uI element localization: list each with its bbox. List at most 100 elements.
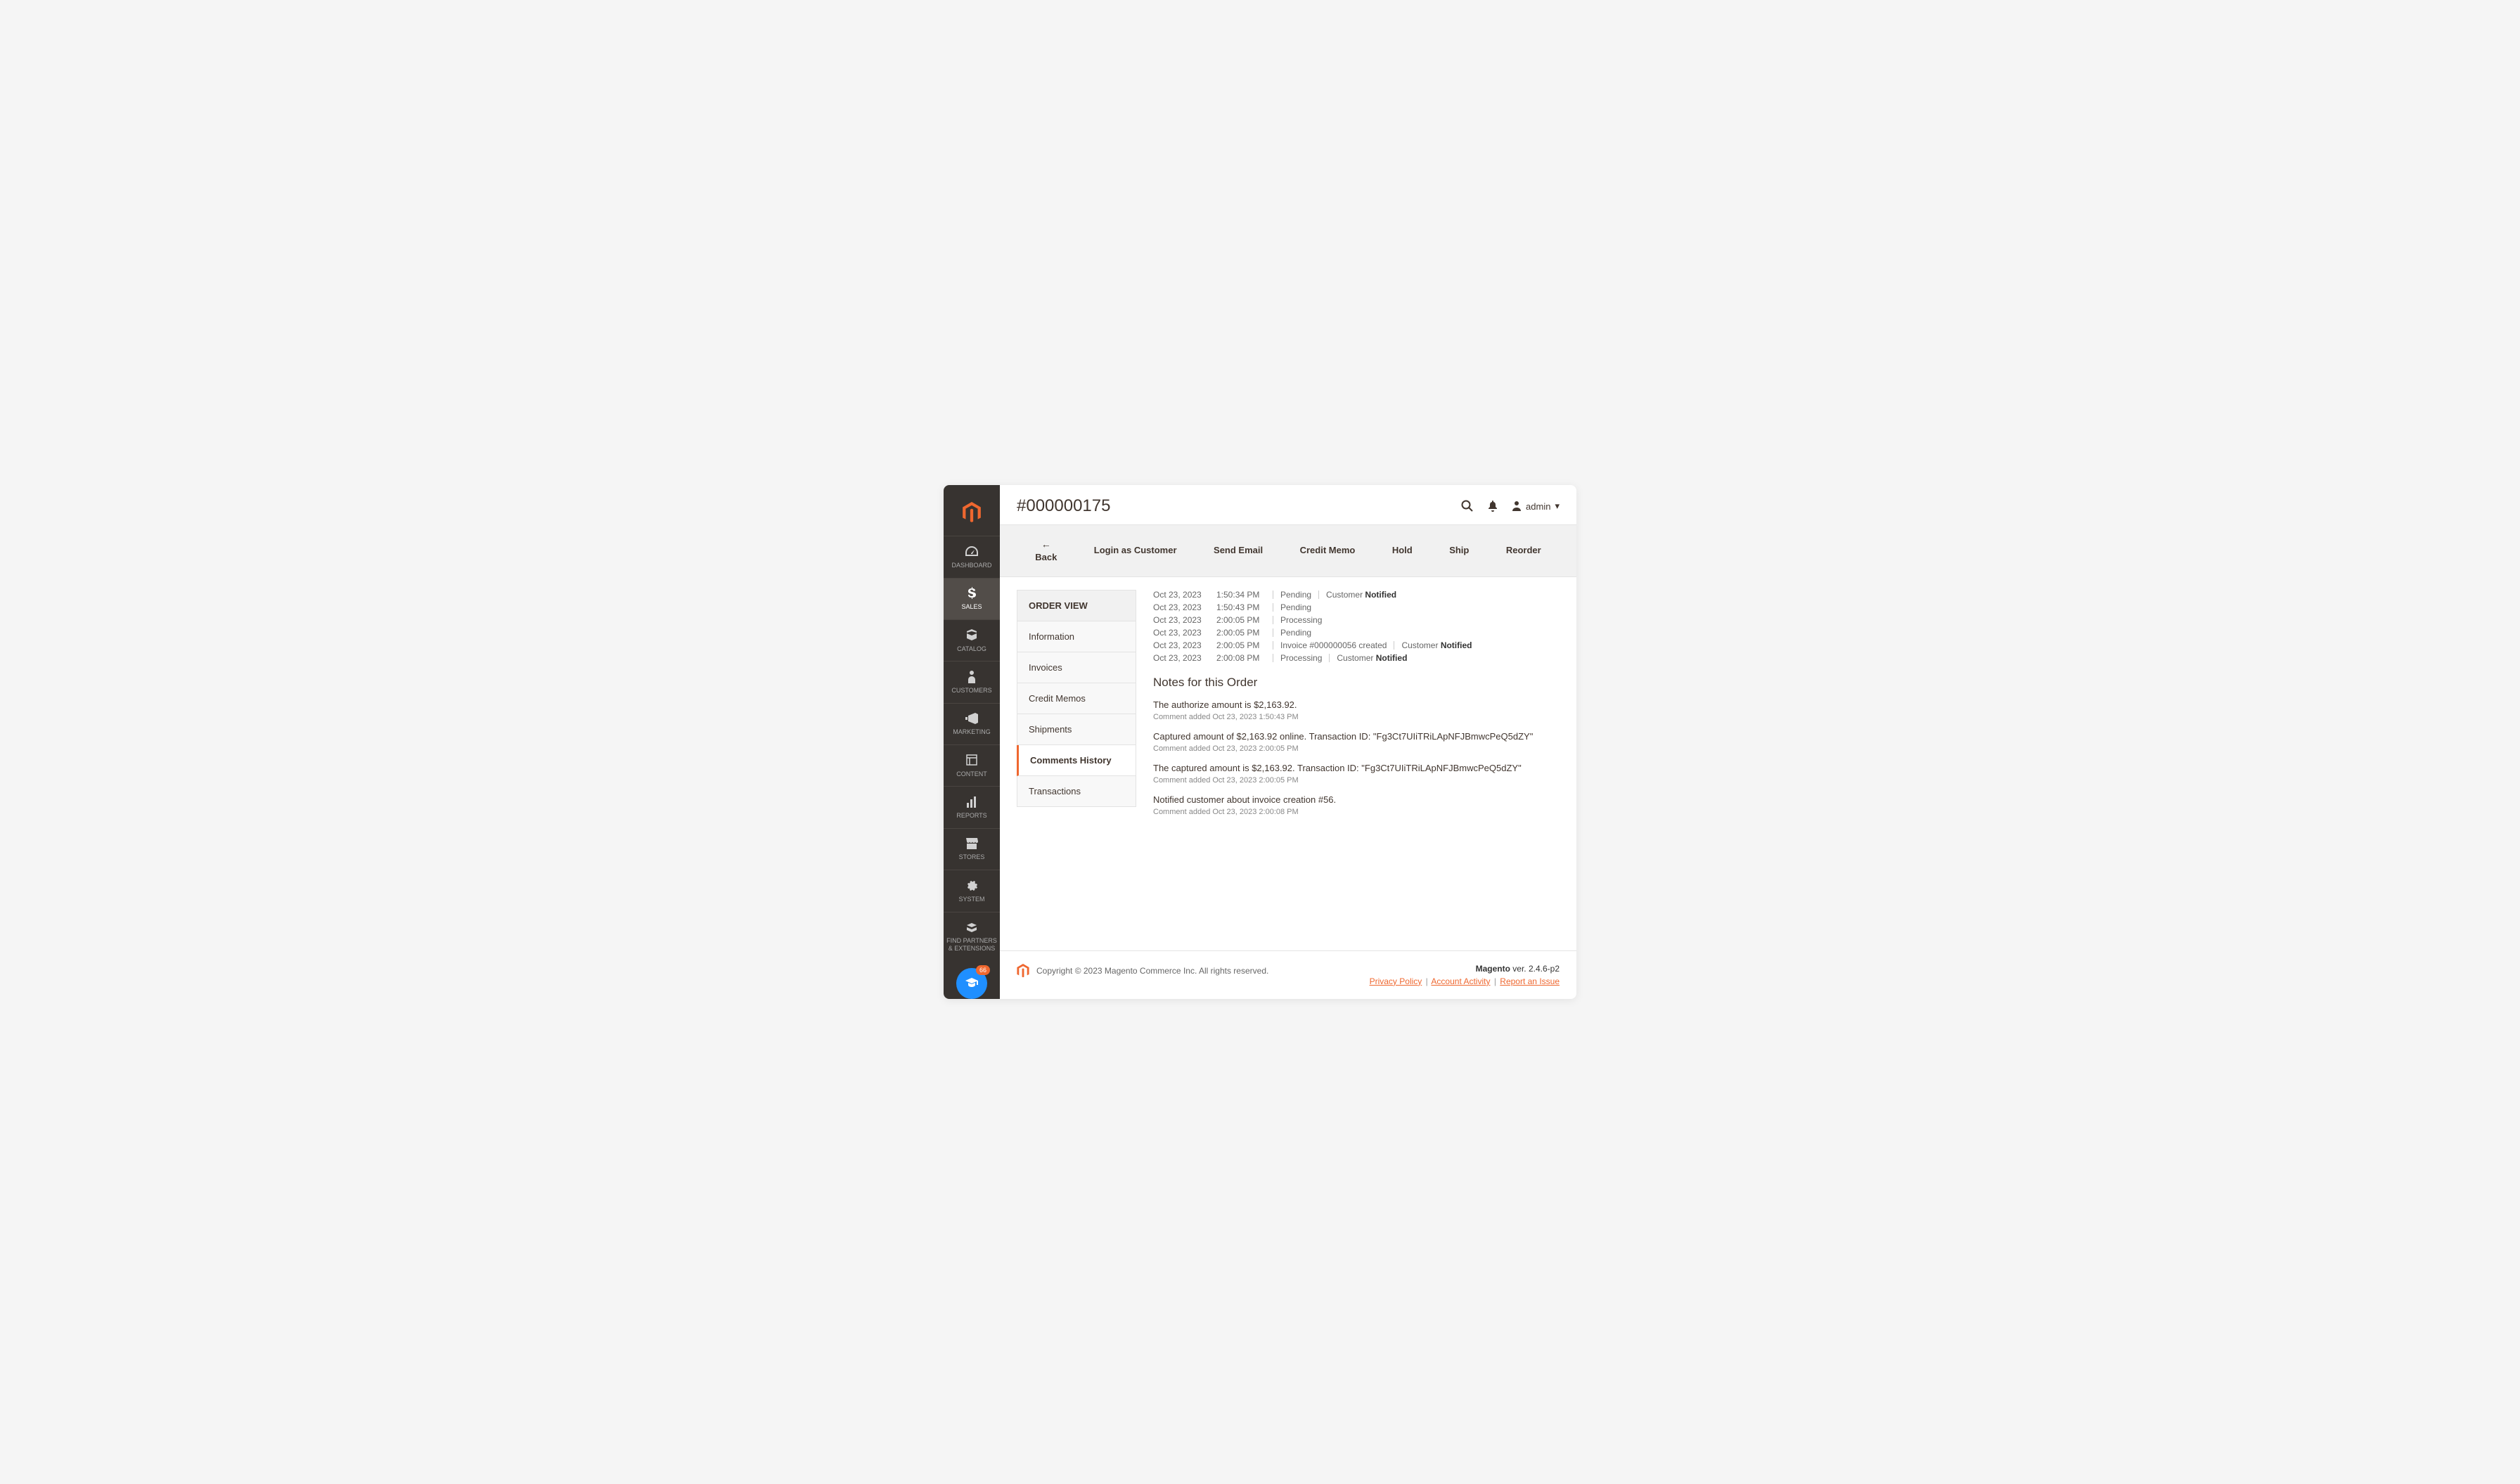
magento-logo-icon: [1017, 964, 1029, 978]
history-notified: Customer Notified: [1326, 590, 1396, 600]
sidebar-label: CONTENT: [956, 770, 987, 778]
note-meta: Comment added Oct 23, 2023 1:50:43 PM: [1153, 713, 1560, 721]
search-icon[interactable]: [1461, 500, 1474, 512]
note-text: Notified customer about invoice creation…: [1153, 794, 1560, 805]
hold-button[interactable]: Hold: [1392, 545, 1413, 557]
login-as-customer-button[interactable]: Login as Customer: [1094, 545, 1177, 557]
sidebar-label: MARKETING: [953, 728, 991, 735]
gear-icon: [946, 877, 997, 893]
history-date: Oct 23, 2023: [1153, 640, 1209, 650]
user-menu[interactable]: admin ▾: [1512, 501, 1560, 512]
sidebar-item-partners[interactable]: FIND PARTNERS & EXTENSIONS: [944, 912, 1000, 961]
sidebar-item-marketing[interactable]: MARKETING: [944, 703, 1000, 744]
history-row: Oct 23, 2023 2:00:05 PM Processing: [1153, 615, 1560, 625]
note-item: Captured amount of $2,163.92 online. Tra…: [1153, 731, 1560, 753]
page-title: #000000175: [1017, 496, 1110, 516]
history-row: Oct 23, 2023 2:00:05 PM Pending: [1153, 628, 1560, 638]
history-date: Oct 23, 2023: [1153, 653, 1209, 663]
order-view-panel: ORDER VIEW Information Invoices Credit M…: [1017, 590, 1136, 934]
sidebar-item-catalog[interactable]: CATALOG: [944, 619, 1000, 661]
notes-title: Notes for this Order: [1153, 676, 1560, 690]
sidebar-label: SALES: [961, 603, 982, 610]
history-time: 2:00:05 PM: [1216, 640, 1266, 650]
panel-title: ORDER VIEW: [1017, 590, 1136, 621]
ship-button[interactable]: Ship: [1449, 545, 1469, 557]
sidebar-item-reports[interactable]: REPORTS: [944, 786, 1000, 827]
graduation-cap-icon: [965, 976, 979, 991]
sidebar-item-stores[interactable]: STORES: [944, 828, 1000, 870]
header-actions: admin ▾: [1461, 500, 1560, 512]
tab-invoices[interactable]: Invoices: [1017, 652, 1136, 683]
footer: Copyright © 2023 Magento Commerce Inc. A…: [1000, 950, 1576, 999]
send-email-button[interactable]: Send Email: [1214, 545, 1263, 557]
tab-comments-history[interactable]: Comments History: [1017, 745, 1136, 776]
catalog-icon: [946, 627, 997, 643]
note-item: Notified customer about invoice creation…: [1153, 794, 1560, 816]
note-text: The captured amount is $2,163.92. Transa…: [1153, 763, 1560, 773]
tab-credit-memos[interactable]: Credit Memos: [1017, 683, 1136, 714]
history-row: Oct 23, 20231:50:34 PMPendingCustomer No…: [1153, 590, 1560, 600]
history-time: 2:00:05 PM: [1216, 615, 1266, 625]
user-name: admin: [1526, 501, 1550, 512]
sidebar-item-sales[interactable]: SALES: [944, 578, 1000, 619]
note-item: The captured amount is $2,163.92. Transa…: [1153, 763, 1560, 785]
chevron-down-icon: ▾: [1555, 501, 1560, 512]
footer-left: Copyright © 2023 Magento Commerce Inc. A…: [1017, 964, 1268, 978]
history-status: Invoice #000000056 created: [1280, 640, 1387, 650]
marketing-icon: [946, 711, 997, 726]
history-status: Pending: [1280, 602, 1311, 612]
magento-logo-icon: [963, 493, 981, 536]
sidebar-label: FIND PARTNERS & EXTENSIONS: [946, 937, 997, 952]
main-content: #000000175 admin ▾ ← Back Login: [1000, 485, 1576, 999]
tab-information[interactable]: Information: [1017, 621, 1136, 652]
history-date: Oct 23, 2023: [1153, 590, 1209, 600]
help-button[interactable]: 66: [956, 968, 987, 999]
copyright-text: Copyright © 2023 Magento Commerce Inc. A…: [1036, 966, 1268, 976]
privacy-link[interactable]: Privacy Policy: [1370, 976, 1422, 986]
note-meta: Comment added Oct 23, 2023 2:00:08 PM: [1153, 808, 1560, 816]
note-item: The authorize amount is $2,163.92. Commen…: [1153, 699, 1560, 721]
note-meta: Comment added Oct 23, 2023 2:00:05 PM: [1153, 776, 1560, 785]
history-status: Processing: [1280, 615, 1322, 625]
toolbar: ← Back Login as Customer Send Email Cred…: [1000, 524, 1576, 577]
sidebar-item-dashboard[interactable]: DASHBOARD: [944, 536, 1000, 577]
dashboard-icon: [946, 543, 997, 559]
bell-icon[interactable]: [1488, 500, 1498, 512]
back-button[interactable]: ← Back: [1035, 538, 1057, 564]
note-text: Captured amount of $2,163.92 online. Tra…: [1153, 731, 1560, 742]
report-issue-link[interactable]: Report an Issue: [1500, 976, 1560, 986]
credit-memo-button[interactable]: Credit Memo: [1300, 545, 1356, 557]
history-time: 2:00:05 PM: [1216, 628, 1266, 638]
sidebar-item-system[interactable]: SYSTEM: [944, 870, 1000, 911]
footer-right: Magento ver. 2.4.6-p2 Privacy Policy | A…: [1370, 964, 1560, 986]
sidebar-item-content[interactable]: CONTENT: [944, 744, 1000, 786]
sidebar-item-customers[interactable]: CUSTOMERS: [944, 661, 1000, 702]
header: #000000175 admin ▾: [1000, 485, 1576, 524]
history-time: 2:00:08 PM: [1216, 653, 1266, 663]
reports-icon: [946, 794, 997, 809]
history-status: Pending: [1280, 590, 1311, 600]
app-window: DASHBOARD SALES CATALOG CUSTOMERS MARKET: [944, 485, 1576, 999]
history-date: Oct 23, 2023: [1153, 628, 1209, 638]
tab-transactions[interactable]: Transactions: [1017, 776, 1136, 807]
sidebar: DASHBOARD SALES CATALOG CUSTOMERS MARKET: [944, 485, 1000, 999]
note-text: The authorize amount is $2,163.92.: [1153, 699, 1560, 710]
history-notified: Customer Notified: [1337, 653, 1407, 663]
user-icon: [1512, 501, 1522, 511]
reorder-button[interactable]: Reorder: [1506, 545, 1541, 557]
comments-history-content: Oct 23, 20231:50:34 PMPendingCustomer No…: [1153, 590, 1560, 934]
partners-icon: [946, 920, 997, 935]
note-meta: Comment added Oct 23, 2023 2:00:05 PM: [1153, 744, 1560, 753]
tab-shipments[interactable]: Shipments: [1017, 714, 1136, 745]
history-status: Processing: [1280, 653, 1322, 663]
history-date: Oct 23, 2023: [1153, 615, 1209, 625]
history-status: Pending: [1280, 628, 1311, 638]
sidebar-label: REPORTS: [956, 812, 986, 819]
sales-icon: [946, 586, 997, 601]
content-icon: [946, 752, 997, 768]
sidebar-label: DASHBOARD: [951, 562, 991, 569]
stores-icon: [946, 836, 997, 851]
history-row: Oct 23, 20231:50:43 PMPending: [1153, 602, 1560, 612]
sidebar-label: STORES: [959, 853, 985, 860]
account-activity-link[interactable]: Account Activity: [1431, 976, 1490, 986]
